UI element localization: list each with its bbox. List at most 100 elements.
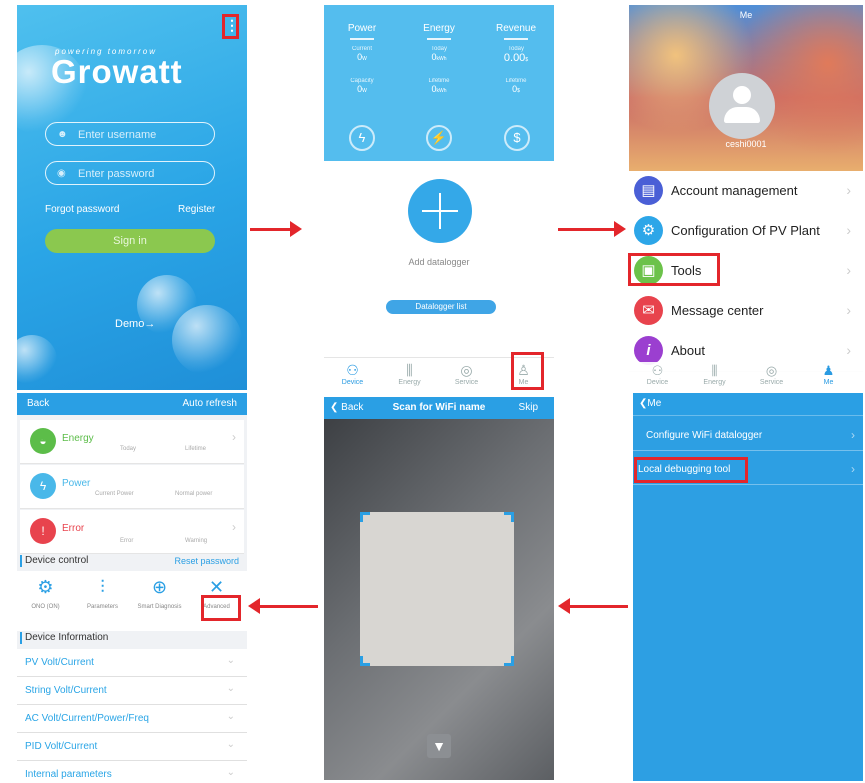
chevron-down-icon: ⌄: [226, 683, 235, 694]
current-label: Current: [351, 46, 372, 52]
flow-arrow-right: [558, 221, 626, 237]
datalogger-list-button[interactable]: Datalogger list: [386, 300, 496, 314]
info-string-volt-current[interactable]: String Volt/Current ⌄: [17, 677, 247, 705]
back-label: Me: [647, 398, 662, 409]
lightning-icon[interactable]: ϟ: [349, 125, 375, 151]
info-label: PV Volt/Current: [25, 657, 94, 668]
tab-device[interactable]: ⚇ Device: [629, 363, 686, 386]
register-link[interactable]: Register: [178, 204, 215, 215]
highlight-tools: [628, 253, 720, 286]
highlight-advanced: [201, 595, 241, 621]
menu-message-center[interactable]: ✉ Message center ›: [629, 291, 863, 332]
revenue-column: Revenue Today 0.00$ Lifetime 0$: [478, 23, 554, 94]
card-sub: Current Power: [95, 491, 134, 497]
device-tree-icon: ⚇: [651, 363, 664, 378]
sign-in-button[interactable]: Sign in: [45, 229, 215, 253]
alert-icon: !: [30, 518, 56, 544]
device-detail-screen: Back Auto refresh ◒ Energy Today Lifetim…: [17, 393, 247, 781]
flashlight-icon[interactable]: ▼: [427, 734, 451, 758]
add-datalogger-button[interactable]: [408, 179, 472, 243]
device-control-heading: Device control: [25, 555, 89, 566]
highlight-me-tab: [511, 352, 544, 390]
power-card[interactable]: ϟ Power Current Power Normal power: [20, 465, 244, 509]
menu-configuration-pv-plant[interactable]: ⚙ Configuration Of PV Plant ›: [629, 211, 863, 252]
energy-icon[interactable]: ⚡: [426, 125, 452, 151]
id-card-icon: ▤: [634, 176, 663, 205]
skip-button[interactable]: Skip: [519, 402, 538, 413]
tab-service[interactable]: ◎ Service: [743, 363, 800, 386]
tab-me-label: Me: [823, 379, 834, 386]
chevron-right-icon: ›: [846, 342, 851, 358]
energy-bars-icon: ⫼: [406, 362, 413, 378]
service-icon: ◎: [460, 362, 473, 378]
card-title: Error: [62, 523, 85, 534]
dollar-icon[interactable]: $: [504, 125, 530, 151]
energy-card[interactable]: ◒ Energy Today Lifetime ›: [20, 420, 244, 464]
login-screen: ⋮ powering tomorrow Growatt ☻ Enter user…: [17, 5, 247, 390]
tab-me[interactable]: ♟ Me: [800, 363, 857, 386]
control-smart-diagnosis[interactable]: ⊕ Smart Diagnosis: [131, 577, 188, 610]
growatt-logo: Growatt: [51, 53, 183, 90]
chevron-right-icon: ›: [232, 520, 236, 534]
device-screen: Power Current 0W Capacity 0W Energy Toda…: [324, 5, 554, 390]
menu-label: Account management: [671, 183, 798, 198]
energy-icon: ◒: [30, 428, 56, 454]
tab-service[interactable]: ◎ Service: [438, 362, 495, 386]
message-icon: ✉: [634, 296, 663, 325]
item-label: Configure WiFi datalogger: [646, 430, 763, 441]
avatar[interactable]: [709, 73, 775, 139]
chevron-down-icon: ⌄: [226, 767, 235, 778]
control-label: Parameters: [86, 604, 118, 610]
tab-energy-label: Energy: [398, 379, 421, 386]
control-on-off[interactable]: ⚙ ONO (ON): [17, 577, 74, 610]
tab-energy[interactable]: ⫼ Energy: [381, 362, 438, 386]
person-icon: ♟: [822, 363, 835, 378]
configure-wifi-datalogger-item[interactable]: Configure WiFi datalogger ›: [633, 422, 863, 451]
energy-lifetime-unit: kWh: [436, 88, 447, 94]
auto-refresh-button[interactable]: Auto refresh: [183, 398, 237, 409]
device-information-heading: Device Information: [25, 632, 109, 643]
energy-today-unit: kWh: [436, 56, 447, 62]
control-parameters[interactable]: ⫶ Parameters: [74, 577, 131, 610]
info-pv-volt-current[interactable]: PV Volt/Current ⌄: [17, 649, 247, 677]
tab-energy[interactable]: ⫼ Energy: [686, 363, 743, 386]
energy-bars-icon: ⫼: [711, 363, 718, 378]
back-button[interactable]: ❮Me: [639, 398, 661, 409]
menu-account-management[interactable]: ▤ Account management ›: [629, 171, 863, 212]
error-card[interactable]: ! Error Error Warning ›: [20, 510, 244, 554]
sliders-icon: ⫶: [100, 577, 105, 597]
tab-device[interactable]: ⚇ Device: [324, 362, 381, 386]
chevron-right-icon: ›: [846, 222, 851, 238]
tab-service-label: Service: [759, 379, 784, 386]
info-pid-volt-current[interactable]: PID Volt/Current ⌄: [17, 733, 247, 761]
revenue-today-value: 0.00: [503, 52, 526, 64]
password-input[interactable]: ◉ Enter password: [45, 161, 215, 185]
revenue-title: Revenue: [495, 23, 537, 34]
revenue-today-label: Today: [507, 46, 524, 52]
power-title: Power: [347, 23, 377, 34]
me-title: Me: [739, 10, 753, 20]
nav-bar: [633, 393, 863, 416]
chevron-right-icon: ›: [846, 302, 851, 318]
username-input[interactable]: ☻ Enter username: [45, 122, 215, 146]
add-datalogger-label: Add datalogger: [408, 257, 470, 267]
menu-label: About: [671, 343, 705, 358]
current-unit: W: [362, 56, 367, 62]
back-button[interactable]: Back: [27, 398, 49, 409]
chevron-down-icon: ⌄: [226, 711, 235, 722]
service-icon: ◎: [765, 363, 778, 378]
power-column: Power Current 0W Capacity 0W: [324, 23, 400, 94]
forgot-password-link[interactable]: Forgot password: [45, 204, 119, 215]
highlight-menu-dots: [222, 14, 239, 39]
card-sub: Warning: [185, 538, 208, 544]
revenue-lifetime-label: Lifetime: [505, 78, 527, 84]
chevron-down-icon: ⌄: [226, 655, 235, 666]
revenue-today-unit: $: [525, 57, 529, 63]
revenue-lifetime-unit: $: [517, 88, 520, 94]
flow-arrow-right: [250, 221, 302, 237]
reset-password-link[interactable]: Reset password: [174, 556, 239, 566]
energy-column: Energy Today 0kWh Lifetime 0kWh: [401, 23, 477, 94]
demo-link[interactable]: Demo→: [115, 318, 155, 330]
info-ac-volt-current[interactable]: AC Volt/Current/Power/Freq ⌄: [17, 705, 247, 733]
info-internal-parameters[interactable]: Internal parameters ⌄: [17, 761, 247, 781]
